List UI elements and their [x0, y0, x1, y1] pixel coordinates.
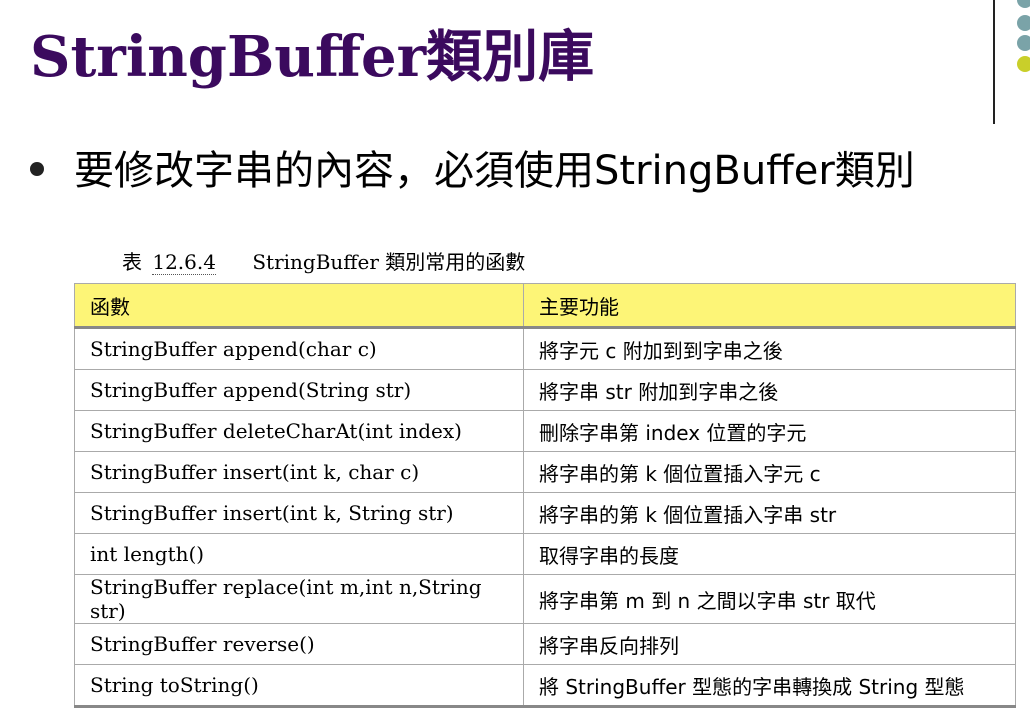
function-description: 將 StringBuffer 型態的字串轉換成 String 型態: [523, 664, 1016, 708]
table-row: StringBuffer append(String str) 將字串 str …: [74, 369, 1016, 411]
bullet-text: 要修改字串的內容，必須使用StringBuffer類別: [74, 148, 915, 194]
slide-title: StringBuffer類別庫: [30, 24, 595, 90]
table-row: StringBuffer insert(int k, String str) 將…: [74, 492, 1016, 534]
decorative-dot: [1017, 15, 1030, 31]
function-signature: StringBuffer reverse(): [74, 623, 524, 665]
header-description: 主要功能: [523, 283, 1016, 329]
header-function: 函數: [74, 283, 524, 329]
table-header-row: 函數 主要功能: [74, 283, 1016, 329]
function-description: 取得字串的長度: [523, 533, 1016, 575]
decorative-divider: [993, 0, 995, 124]
function-signature: StringBuffer replace(int m,int n,String …: [74, 574, 524, 624]
decorative-dot: [1017, 0, 1030, 8]
function-description: 刪除字串第 index 位置的字元: [523, 410, 1016, 452]
function-signature: StringBuffer append(String str): [74, 369, 524, 411]
function-table: 函數 主要功能 StringBuffer append(char c) 將字元 …: [74, 283, 1016, 708]
table-row: StringBuffer append(char c) 將字元 c 附加到到字串…: [74, 327, 1016, 370]
table-row: String toString() 將 StringBuffer 型態的字串轉換…: [74, 664, 1016, 708]
function-description: 將字串的第 k 個位置插入字元 c: [523, 451, 1016, 493]
function-description: 將字串 str 附加到字串之後: [523, 369, 1016, 411]
function-description: 將字串的第 k 個位置插入字串 str: [523, 492, 1016, 534]
function-description: 將字串反向排列: [523, 623, 1016, 665]
caption-prefix: 表: [122, 250, 142, 274]
function-signature: String toString(): [74, 664, 524, 708]
function-signature: StringBuffer insert(int k, String str): [74, 492, 524, 534]
table-row: StringBuffer insert(int k, char c) 將字串的第…: [74, 451, 1016, 493]
table-row: StringBuffer replace(int m,int n,String …: [74, 574, 1016, 624]
caption-number: 12.6.4: [152, 250, 216, 275]
function-description: 將字串第 m 到 n 之間以字串 str 取代: [523, 574, 1016, 624]
function-signature: StringBuffer append(char c): [74, 327, 524, 370]
table-caption: 表 12.6.4 StringBuffer 類別常用的函數: [122, 246, 525, 275]
function-signature: StringBuffer insert(int k, char c): [74, 451, 524, 493]
bullet-dot-icon: [30, 162, 44, 176]
function-signature: int length(): [74, 533, 524, 575]
table-row: int length() 取得字串的長度: [74, 533, 1016, 575]
table-row: StringBuffer reverse() 將字串反向排列: [74, 623, 1016, 665]
caption-text: StringBuffer 類別常用的函數: [252, 250, 526, 274]
function-signature: StringBuffer deleteCharAt(int index): [74, 410, 524, 452]
decorative-dot: [1017, 56, 1030, 72]
function-description: 將字元 c 附加到到字串之後: [523, 327, 1016, 370]
bullet-point: 要修改字串的內容，必須使用StringBuffer類別: [30, 138, 915, 196]
table-row: StringBuffer deleteCharAt(int index) 刪除字…: [74, 410, 1016, 452]
decorative-dot: [1017, 35, 1030, 51]
